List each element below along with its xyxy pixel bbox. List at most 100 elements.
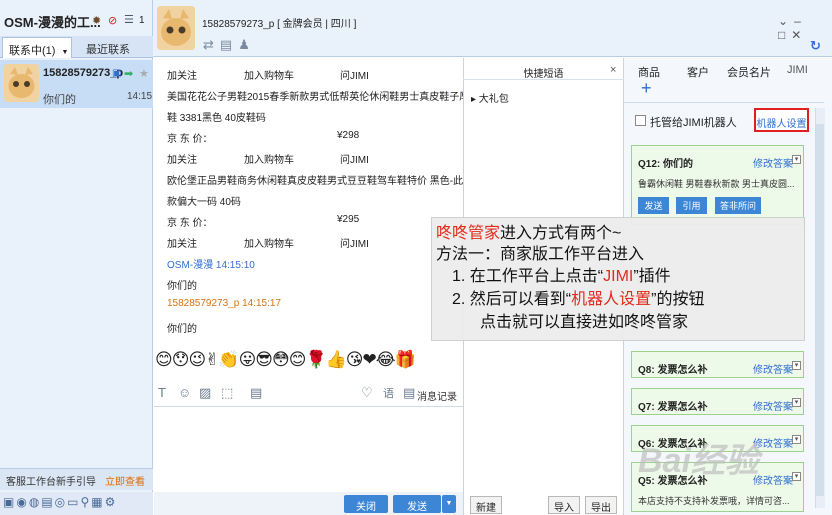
ask-jimi-link[interactable]: 问JIMI [340, 151, 369, 166]
answer-card: Q7: 发票怎么补 修改答案 ▾ [631, 388, 804, 415]
overlay-text: 进入方式有两个~ [500, 225, 622, 242]
phone-icon[interactable]: ▣ [112, 68, 121, 79]
edit-answer-link[interactable]: 修改答案 [753, 398, 793, 413]
window-controls: ⌄–□✕ [778, 14, 832, 42]
card-question: Q12: 你们的 [638, 159, 694, 170]
overlay-text: ”插件 [633, 268, 671, 285]
calculator-icon[interactable]: ▤ [250, 385, 262, 401]
follow-link[interactable]: 加关注 [167, 235, 197, 250]
ask-jimi-link[interactable]: 问JIMI [340, 67, 369, 82]
card-answer: 鲁霸休闲鞋 男鞋春秋新款 男士真皮圆... [638, 179, 795, 189]
quick-close-icon[interactable]: × [610, 64, 616, 76]
export-button[interactable]: 导出 [585, 496, 617, 514]
font-icon[interactable]: T [158, 385, 166, 400]
overlay-text: 2. 然后可以看到“ [452, 291, 572, 308]
app-icon[interactable]: ▣ [3, 495, 16, 509]
record-icon[interactable]: ▤ [403, 385, 415, 401]
jimi-checkbox[interactable] [635, 115, 646, 126]
chat-messages: 加关注 加入购物车 问JIMI 美国花花公子男鞋2015春季新款男式低帮英伦休闲鞋男… [154, 58, 479, 348]
chat-icon[interactable]: ◉ [16, 495, 28, 509]
collapse-icon[interactable]: ▾ [792, 472, 801, 481]
message-text: 你们的 [167, 324, 197, 335]
collapse-icon[interactable]: ▾ [792, 398, 801, 407]
language-icon[interactable]: 语 [383, 385, 394, 401]
block-icon[interactable]: ⊘ [108, 14, 117, 27]
close-button[interactable]: 关闭 [344, 495, 388, 513]
send-options-icon[interactable]: ▼ [442, 495, 456, 513]
settings-icon[interactable]: ⚙ [105, 495, 118, 509]
user-icon[interactable]: ♟ [238, 37, 256, 52]
add-cart-link[interactable]: 加入购物车 [244, 235, 294, 250]
quick-phrase-item[interactable]: ▸ 大礼包 [471, 90, 509, 105]
scrollbar-thumb[interactable] [816, 124, 824, 496]
image-icon[interactable]: ▨ [199, 385, 211, 401]
product-title-line: 美国花花公子男鞋2015春季新款男式低帮英伦休闲鞋男士真皮鞋子厚底 [167, 92, 480, 103]
star-icon[interactable]: ★ [139, 67, 149, 80]
edit-answer-link[interactable]: 修改答案 [753, 435, 793, 450]
calendar-icon[interactable]: ▦ [91, 495, 104, 509]
dropdown-icon[interactable]: ⌄ [778, 14, 794, 28]
collapse-icon[interactable]: ▾ [792, 155, 801, 164]
newbie-guide: 客服工作台新手引导 立即查看 [0, 468, 153, 490]
overlay-line-1: 咚咚管家进入方式有两个~ [436, 223, 621, 244]
window-icon[interactable]: ▤ [220, 37, 238, 52]
list-icon[interactable]: ☰ [124, 13, 134, 26]
edit-answer-link[interactable]: 修改答案 [753, 361, 793, 376]
tab-contacting[interactable]: 联系中(1) ▼ [2, 37, 72, 58]
robot-settings-button[interactable]: 机器人设置 [754, 108, 809, 132]
add-cart-link[interactable]: 加入购物车 [244, 67, 294, 82]
bottom-toolbar: ▣◉◍▤◎▭⚲▦⚙ [0, 492, 153, 515]
arrow-right-icon[interactable]: ➡ [124, 67, 133, 80]
customer-name: 15828579273_p [202, 19, 275, 30]
ask-jimi-link[interactable]: 问JIMI [340, 235, 369, 250]
add-tab-icon[interactable]: + [641, 78, 652, 99]
message-input[interactable] [154, 406, 463, 492]
shop-icon[interactable]: ▤ [41, 495, 54, 509]
tab-contacting-label: 联系中(1) [9, 45, 56, 57]
follow-link[interactable]: 加关注 [167, 67, 197, 82]
add-cart-link[interactable]: 加入购物车 [244, 151, 294, 166]
overlay-line-3: 1. 在工作平台上点击“JIMI”插件 [452, 266, 671, 287]
group-icon[interactable]: ◍ [29, 495, 41, 509]
tab-recent[interactable]: 最近联系 [86, 41, 130, 57]
send-answer-button[interactable]: 发送 [638, 197, 669, 214]
follow-link[interactable]: 加关注 [167, 151, 197, 166]
chevron-down-icon[interactable]: ▼ [61, 49, 68, 56]
send-button[interactable]: 发送 [393, 495, 441, 513]
search-icon[interactable]: ⚲ [80, 495, 91, 509]
wrong-answer-button[interactable]: 答非所问 [715, 197, 761, 214]
watermark-logo: Bai经验 [638, 442, 759, 480]
app-title: OSM-漫漫的工... [4, 15, 101, 30]
power-icon[interactable]: ↻ [810, 38, 821, 54]
maximize-icon[interactable]: □ [778, 28, 791, 42]
product-title-line: 款偏大一码 40码 [167, 197, 241, 208]
edit-answer-link[interactable]: 修改答案 [753, 155, 793, 170]
bug-icon[interactable]: ✹ [92, 14, 101, 27]
quote-answer-button[interactable]: 引用 [676, 197, 707, 214]
new-button[interactable]: 新建 [470, 496, 502, 514]
heart-icon[interactable]: ♡ [361, 385, 373, 401]
collapse-icon[interactable]: ▾ [792, 435, 801, 444]
product-title-line: 欧伦堡正品男鞋商务休闲鞋真皮皮鞋男式豆豆鞋驾车鞋特价 黑色-此 [167, 176, 464, 187]
screenshot-icon[interactable]: ⬚ [221, 385, 233, 401]
collapse-icon[interactable]: ▾ [792, 361, 801, 370]
overlay-text: ”的按钮 [651, 291, 705, 308]
guide-link[interactable]: 立即查看 [105, 473, 145, 488]
message-icon[interactable]: ▭ [67, 495, 80, 509]
close-icon[interactable]: ✕ [791, 28, 807, 42]
emoji-icon[interactable]: ☺ [178, 385, 191, 400]
import-button[interactable]: 导入 [548, 496, 580, 514]
edit-answer-link[interactable]: 修改答案 [753, 472, 793, 487]
message-record-link[interactable]: 消息记录 [417, 388, 457, 403]
tab-member-card[interactable]: 会员名片 [727, 64, 771, 80]
quick-phrases-title: 快捷短语 [463, 62, 624, 80]
price-value: ¥295 [337, 214, 360, 225]
robot-icon[interactable]: ◎ [55, 495, 67, 509]
transfer-icon[interactable]: ⇄ [203, 37, 220, 52]
overlay-line-5: 点击就可以直接进如咚咚管家 [480, 314, 689, 331]
minimize-icon[interactable]: – [794, 14, 807, 28]
tab-customer[interactable]: 客户 [687, 64, 709, 80]
overlay-highlight: 机器人设置 [571, 291, 652, 308]
tab-jimi[interactable]: JIMI [787, 64, 808, 76]
emoji-row[interactable]: 😊😯😉✌👏😛😎😳😊🌹👍😘❤😂🎁 [154, 350, 463, 380]
